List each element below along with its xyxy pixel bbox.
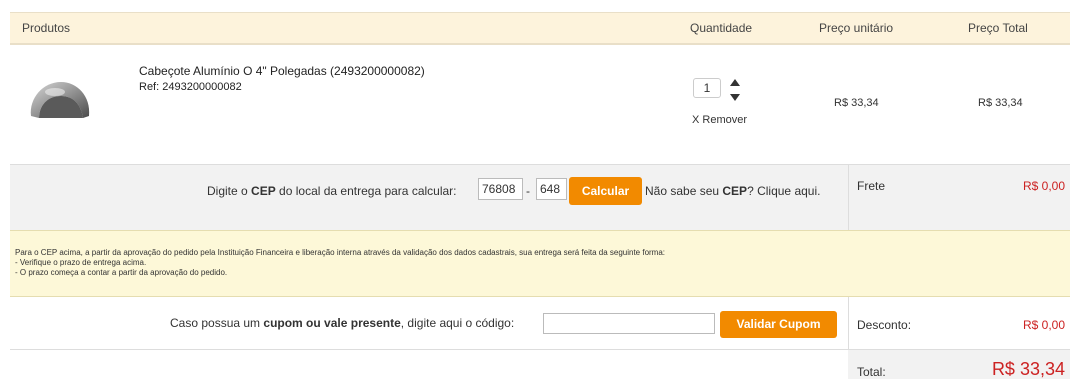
discount-value: R$ 0,00 — [1022, 318, 1065, 332]
shipping-label: Frete — [857, 179, 886, 193]
total-label: Total: — [857, 365, 886, 379]
header-total-price: Preço Total — [968, 21, 1028, 35]
notice-line-3: - O prazo começa a contar a partir da ap… — [15, 268, 228, 277]
cep-help-link[interactable]: Não sabe seu CEP? Clique aqui. — [645, 184, 820, 198]
product-image[interactable] — [25, 68, 95, 128]
calculate-button[interactable]: Calcular — [569, 177, 642, 205]
total-value: R$ 33,34 — [991, 359, 1065, 379]
header-quantity: Quantidade — [690, 21, 753, 35]
quantity-decrease-icon[interactable] — [730, 94, 740, 101]
cart-header-bar — [10, 12, 1070, 44]
discount-label: Desconto: — [857, 318, 912, 332]
product-ref: Ref: 2493200000082 — [139, 81, 242, 93]
quantity-input[interactable]: 1 — [693, 78, 721, 98]
notice-line-1: Para o CEP acima, a partir da aprovação … — [15, 248, 666, 257]
header-unit-price: Preço unitário — [819, 21, 894, 35]
header-bottom-line — [10, 44, 1070, 45]
header-products: Produtos — [22, 21, 71, 35]
shipping-divider — [848, 164, 849, 230]
cep-input-part2[interactable]: 648 — [536, 178, 567, 200]
remove-item-link[interactable]: X Remover — [692, 114, 747, 126]
coupon-code-input[interactable] — [543, 313, 715, 334]
validate-coupon-button[interactable]: Validar Cupom — [720, 311, 837, 338]
cep-input-part1[interactable]: 76808 — [478, 178, 523, 200]
unit-price: R$ 33,34 — [834, 97, 879, 109]
notice-line-2: - Verifique o prazo de entrega acima. — [15, 258, 147, 267]
cep-dash: - — [526, 184, 530, 198]
delivery-notice — [10, 230, 1070, 297]
coupon-prompt: Caso possua um cupom ou vale presente, d… — [170, 316, 515, 330]
quantity-increase-icon[interactable] — [730, 79, 740, 86]
cep-prompt: Digite o CEP do local da entrega para ca… — [207, 184, 457, 198]
shipping-value: R$ 0,00 — [1022, 179, 1065, 193]
product-name[interactable]: Cabeçote Alumínio O 4" Polegadas (249320… — [139, 64, 425, 78]
total-price: R$ 33,34 — [978, 97, 1023, 109]
